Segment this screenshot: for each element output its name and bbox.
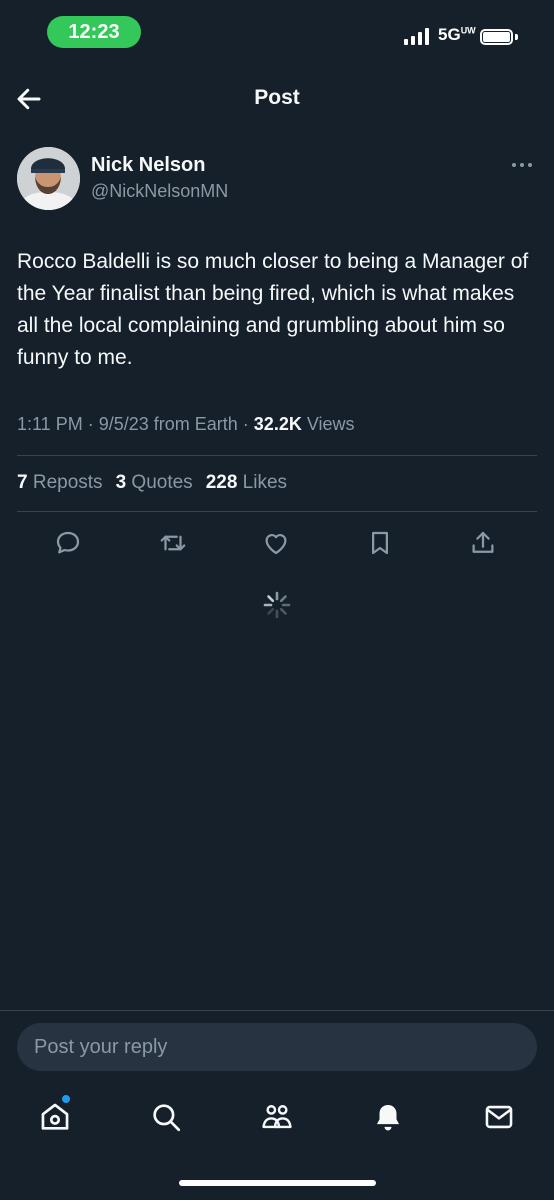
divider	[17, 511, 537, 512]
post-stats: 7 Reposts 3 Quotes 228 Likes	[17, 472, 287, 494]
battery-icon	[480, 29, 513, 45]
post-meta: 1:11 PM · 9/5/23 from Earth · 32.2K View…	[17, 414, 355, 434]
likes-count: 228	[205, 472, 238, 493]
views-label[interactable]: Views	[307, 414, 355, 434]
network-type: 5GUW	[438, 25, 476, 45]
network-label: 5G	[438, 25, 461, 44]
messages-icon[interactable]	[482, 1100, 516, 1134]
quotes-stat[interactable]: 3 Quotes	[116, 472, 193, 494]
network-superscript: UW	[460, 25, 476, 36]
home-icon[interactable]	[38, 1100, 72, 1134]
notifications-icon[interactable]	[371, 1100, 405, 1134]
views-count[interactable]: 32.2K	[254, 414, 302, 434]
reply-input[interactable]	[17, 1023, 537, 1071]
post-source: from Earth	[153, 414, 238, 434]
communities-icon[interactable]	[260, 1100, 294, 1134]
like-icon[interactable]	[261, 528, 291, 558]
repost-icon[interactable]	[158, 528, 188, 558]
post-date: 9/5/23	[98, 414, 149, 434]
status-time[interactable]: 12:23	[47, 16, 141, 48]
share-icon[interactable]	[468, 528, 498, 558]
quotes-count: 3	[115, 472, 127, 493]
header: Post	[0, 72, 554, 124]
status-bar: 12:23 5GUW	[0, 0, 554, 60]
home-indicator	[179, 1180, 376, 1186]
battery-tip	[515, 34, 518, 40]
signal-icon	[404, 27, 429, 45]
loading-spinner-icon	[262, 590, 292, 620]
reposts-count: 7	[17, 472, 28, 493]
reposts-stat[interactable]: 7 Reposts	[17, 472, 103, 494]
page-title: Post	[254, 86, 300, 109]
reposts-label: Reposts	[32, 472, 103, 493]
likes-stat[interactable]: 228 Likes	[206, 472, 287, 494]
author-handle[interactable]: @NickNelsonMN	[91, 181, 228, 202]
reply-icon[interactable]	[53, 528, 83, 558]
quotes-label: Quotes	[131, 472, 193, 493]
home-notification-dot	[62, 1095, 70, 1103]
author-name[interactable]: Nick Nelson	[91, 154, 205, 177]
bookmark-icon[interactable]	[365, 528, 395, 558]
post-actions	[0, 528, 554, 562]
more-options-icon[interactable]	[512, 160, 536, 170]
divider	[17, 455, 537, 456]
post-time: 1:11 PM	[17, 414, 83, 434]
likes-label: Likes	[242, 472, 288, 493]
search-icon[interactable]	[149, 1100, 183, 1134]
avatar[interactable]	[17, 147, 80, 210]
post-text: Rocco Baldelli is so much closer to bein…	[17, 250, 529, 369]
